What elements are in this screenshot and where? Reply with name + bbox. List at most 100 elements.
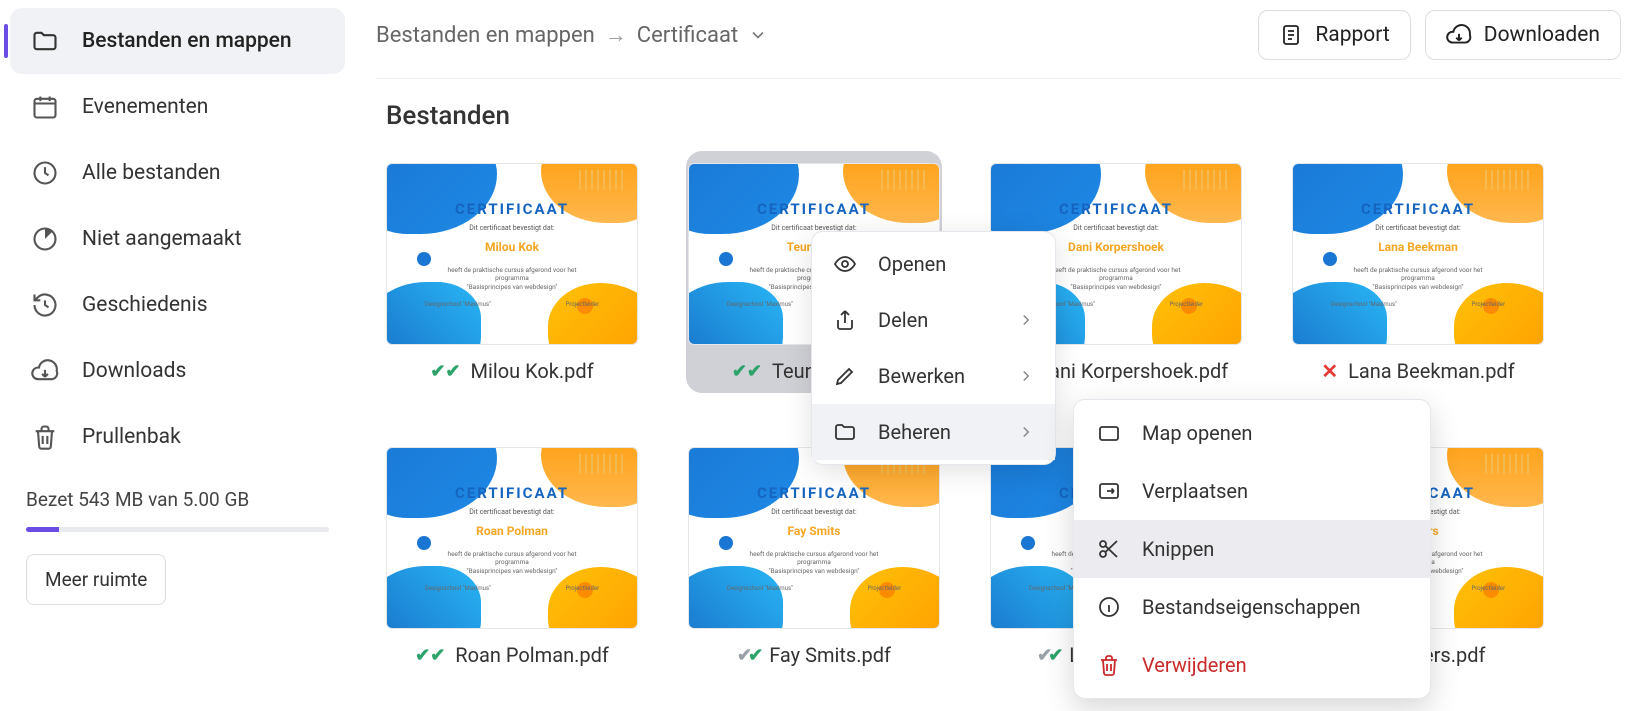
arrow-right-icon: → <box>605 22 627 48</box>
cert-title: CERTIFICAAT <box>455 484 569 502</box>
sidebar-item-label: Evenementen <box>82 95 208 119</box>
pie-icon <box>30 224 60 254</box>
sidebar-item-label: Prullenbak <box>82 425 181 449</box>
submenu-item-label: Verwijderen <box>1142 653 1247 677</box>
file-card[interactable]: CERTIFICAAT Dit certificaat bevestigt da… <box>384 151 640 393</box>
folder-icon <box>30 26 60 56</box>
file-card[interactable]: CERTIFICAAT Dit certificaat bevestigt da… <box>384 435 640 677</box>
context-item-open[interactable]: Openen <box>812 236 1055 292</box>
storage-info: Bezet 543 MB van 5.00 GB Meer ruimte <box>10 470 345 605</box>
context-item-label: Bewerken <box>878 364 965 388</box>
storage-progress <box>26 527 329 532</box>
submenu-item-label: Bestandseigenschappen <box>1142 595 1361 619</box>
sidebar-item-not-created[interactable]: Niet aangemaakt <box>10 206 345 272</box>
cert-footer: Designschool "Maximus"Projectleider <box>425 301 599 308</box>
report-icon <box>1279 23 1303 47</box>
file-label: ✔✔ Milou Kok.pdf <box>430 359 593 383</box>
submenu-item-label: Verplaatsen <box>1142 479 1248 503</box>
pencil-icon <box>832 363 858 389</box>
submenu-item-cut[interactable]: Knippen <box>1074 520 1430 578</box>
submenu-item-delete[interactable]: Verwijderen <box>1074 636 1430 694</box>
file-grid: CERTIFICAAT Dit certificaat bevestigt da… <box>376 151 1621 677</box>
breadcrumb-current[interactable]: Certificaat <box>637 23 738 48</box>
file-thumbnail: CERTIFICAAT Dit certificaat bevestigt da… <box>1292 163 1544 345</box>
submenu-item-label: Map openen <box>1142 421 1252 445</box>
cert-recipient: Fay Smits <box>788 524 841 538</box>
file-label: ✔✔ Fay Smits.pdf <box>737 643 891 667</box>
cert-body: heeft de praktische cursus afgerond voor… <box>448 550 577 575</box>
cert-title: CERTIFICAAT <box>455 200 569 218</box>
file-name: Fay Smits.pdf <box>769 643 891 667</box>
breadcrumb-root[interactable]: Bestanden en mappen <box>376 23 595 48</box>
download-button[interactable]: Downloaden <box>1425 10 1621 60</box>
sidebar-item-downloads[interactable]: Downloads <box>10 338 345 404</box>
folder-icon <box>832 419 858 445</box>
chevron-right-icon <box>1017 367 1035 385</box>
submenu-item-open-folder[interactable]: Map openen <box>1074 404 1430 462</box>
main-area: Bestanden en mappen → Certificaat Rappor… <box>355 0 1651 711</box>
cert-body: heeft de praktische cursus afgerond voor… <box>1052 266 1181 291</box>
context-item-manage[interactable]: Beheren <box>812 404 1055 460</box>
top-actions: Rapport Downloaden <box>1258 10 1621 60</box>
cert-title: CERTIFICAAT <box>757 484 871 502</box>
context-item-share[interactable]: Delen <box>812 292 1055 348</box>
status-ok-icon: ✔✔ <box>732 361 762 382</box>
sidebar-item-label: Geschiedenis <box>82 293 208 317</box>
info-icon <box>1096 594 1122 620</box>
file-name: Milou Kok.pdf <box>471 359 594 383</box>
cert-body: heeft de praktische cursus afgerond voor… <box>448 266 577 291</box>
context-item-edit[interactable]: Bewerken <box>812 348 1055 404</box>
download-label: Downloaden <box>1484 23 1600 47</box>
storage-text: Bezet 543 MB van 5.00 GB <box>26 488 329 511</box>
calendar-icon <box>30 92 60 122</box>
cert-subtitle: Dit certificaat bevestigt dat: <box>771 508 856 516</box>
download-cloud-icon <box>1446 22 1472 48</box>
trash-icon <box>1096 652 1122 678</box>
submenu-item-move[interactable]: Verplaatsen <box>1074 462 1430 520</box>
topbar: Bestanden en mappen → Certificaat Rappor… <box>376 10 1621 79</box>
trash-icon <box>30 422 60 452</box>
sidebar-item-events[interactable]: Evenementen <box>10 74 345 140</box>
sidebar-item-history[interactable]: Geschiedenis <box>10 272 345 338</box>
cert-subtitle: Dit certificaat bevestigt dat: <box>469 224 554 232</box>
sidebar-item-label: Alle bestanden <box>82 161 221 185</box>
sidebar: Bestanden en mappen Evenementen Alle bes… <box>0 0 355 711</box>
status-partial-icon: ✔✔ <box>1037 645 1059 666</box>
submenu-item-label: Knippen <box>1142 537 1214 561</box>
file-card[interactable]: CERTIFICAAT Dit certificaat bevestigt da… <box>1290 151 1546 393</box>
file-name: Dani Korpershoek.pdf <box>1036 359 1228 383</box>
cert-title: CERTIFICAAT <box>757 200 871 218</box>
status-ok-icon: ✔✔ <box>415 645 445 666</box>
eye-icon <box>832 251 858 277</box>
file-thumbnail: CERTIFICAAT Dit certificaat bevestigt da… <box>386 163 638 345</box>
share-icon <box>832 307 858 333</box>
file-thumbnail: CERTIFICAAT Dit certificaat bevestigt da… <box>386 447 638 629</box>
cert-body: heeft de praktische cursus afgerond voor… <box>750 550 879 575</box>
context-menu: Openen Delen Bewerken <box>811 231 1056 465</box>
file-name: Roan Polman.pdf <box>455 643 609 667</box>
file-thumbnail: CERTIFICAAT Dit certificaat bevestigt da… <box>688 447 940 629</box>
cert-recipient: Milou Kok <box>485 240 539 254</box>
file-label: ✕ Lana Beekman.pdf <box>1321 359 1514 383</box>
folder-outline-icon <box>1096 420 1122 446</box>
context-item-label: Beheren <box>878 420 951 444</box>
cert-title: CERTIFICAAT <box>1059 200 1173 218</box>
status-error-icon: ✕ <box>1321 359 1338 383</box>
sidebar-item-label: Niet aangemaakt <box>82 227 241 251</box>
cert-footer: Designschool "Maximus"Projectleider <box>425 585 599 592</box>
breadcrumb: Bestanden en mappen → Certificaat <box>376 22 768 48</box>
file-label: ✔✔ Roan Polman.pdf <box>415 643 609 667</box>
sidebar-item-trash[interactable]: Prullenbak <box>10 404 345 470</box>
cert-footer: Designschool "Maximus"Projectleider <box>727 585 901 592</box>
download-cloud-icon <box>30 356 60 386</box>
sidebar-item-files[interactable]: Bestanden en mappen <box>10 8 345 74</box>
cert-subtitle: Dit certificaat bevestigt dat: <box>1375 224 1460 232</box>
chevron-down-icon[interactable] <box>748 25 768 45</box>
submenu-item-properties[interactable]: Bestandseigenschappen <box>1074 578 1430 636</box>
sidebar-item-all-files[interactable]: Alle bestanden <box>10 140 345 206</box>
more-space-button[interactable]: Meer ruimte <box>26 554 166 605</box>
cert-recipient: Roan Polman <box>476 524 548 538</box>
report-button[interactable]: Rapport <box>1258 10 1410 60</box>
status-partial-icon: ✔✔ <box>737 645 759 666</box>
file-card[interactable]: CERTIFICAAT Dit certificaat bevestigt da… <box>686 435 942 677</box>
